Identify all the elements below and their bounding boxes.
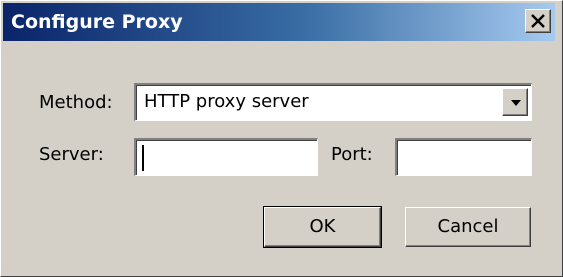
cancel-button[interactable]: Cancel <box>405 207 531 247</box>
server-label: Server: <box>39 144 104 165</box>
configure-proxy-dialog: Configure Proxy Method: HTTP proxy serve… <box>0 0 563 277</box>
port-input[interactable] <box>395 138 532 176</box>
chevron-down-icon <box>511 100 521 106</box>
window-title: Configure Proxy <box>11 11 183 33</box>
method-select-value: HTTP proxy server <box>144 91 309 112</box>
cancel-button-label: Cancel <box>437 216 499 237</box>
method-label: Method: <box>39 92 113 113</box>
text-caret <box>142 145 144 171</box>
title-bar[interactable]: Configure Proxy <box>3 3 555 41</box>
close-icon <box>531 14 545 28</box>
method-dropdown-button[interactable] <box>502 88 528 116</box>
close-button[interactable] <box>525 9 551 33</box>
ok-button[interactable]: OK <box>263 206 382 248</box>
server-input[interactable] <box>134 138 318 176</box>
ok-button-label: OK <box>309 216 336 237</box>
port-label: Port: <box>331 144 373 165</box>
method-select[interactable]: HTTP proxy server <box>134 83 532 121</box>
